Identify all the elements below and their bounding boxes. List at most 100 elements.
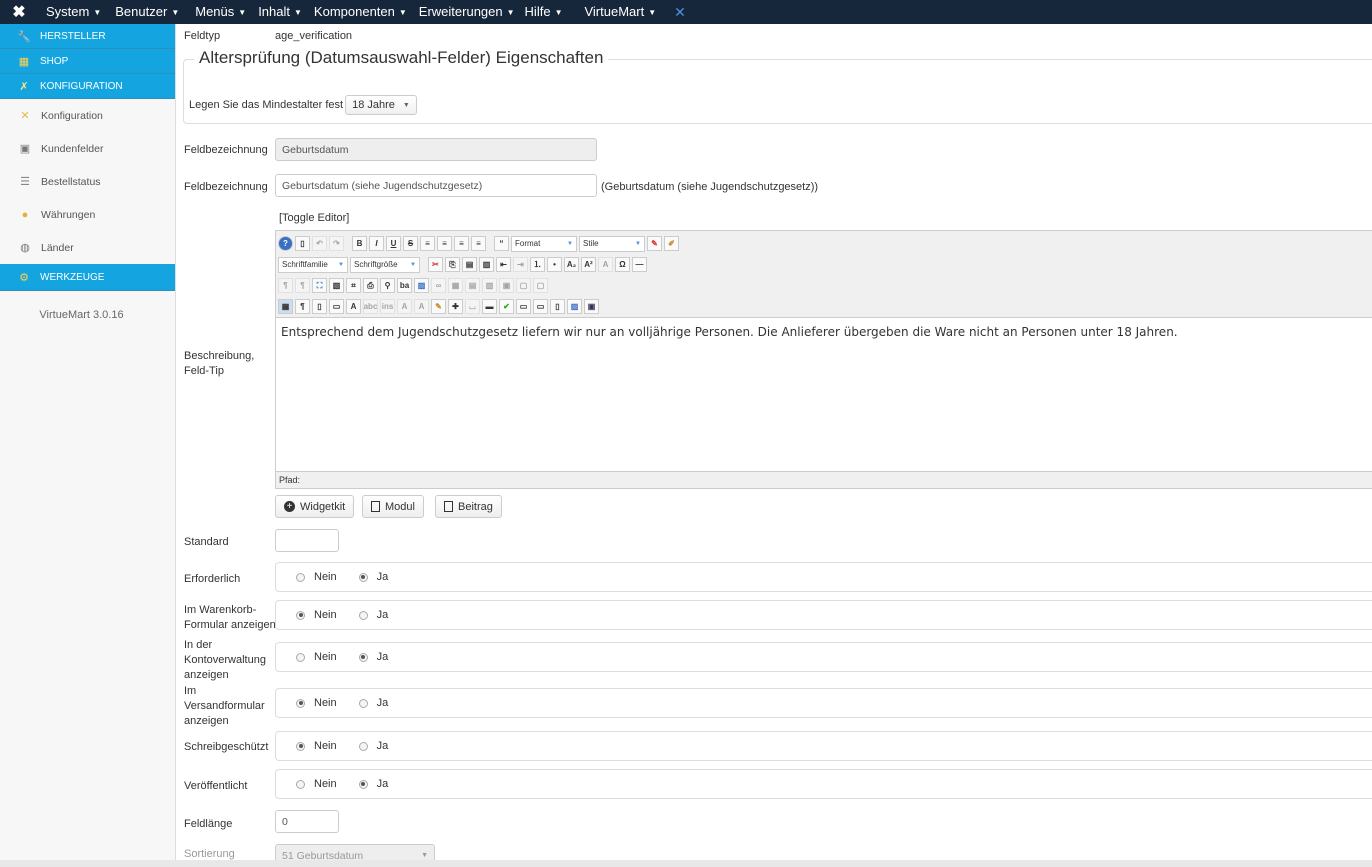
menu-erweiterungen[interactable]: Erweiterungen ▼ xyxy=(415,0,523,24)
feldlaenge-field[interactable]: 0 xyxy=(275,810,339,833)
erforderlich-radio-nein[interactable] xyxy=(296,572,305,582)
paragraph-icon[interactable]: ¶ xyxy=(295,299,310,314)
style-select[interactable]: Stile ▼ xyxy=(579,235,645,252)
menu-komponenten[interactable]: Komponenten ▼ xyxy=(310,0,415,24)
strikethrough-icon[interactable]: S xyxy=(403,236,418,251)
underline-icon[interactable]: U xyxy=(386,236,401,251)
feather-icon[interactable]: ✕ xyxy=(674,4,686,21)
code-icon[interactable]: ⌗ xyxy=(346,278,361,293)
numbered-list-icon[interactable]: ⒈ xyxy=(530,257,545,272)
font-family-select[interactable]: Schriftfamilie ▼ xyxy=(278,256,348,273)
fullscreen-icon[interactable]: ⛶ xyxy=(312,278,327,293)
sidebar-section-werkzeuge[interactable]: ⚙ WERKZEUGE xyxy=(0,264,175,291)
menu-inhalt[interactable]: Inhalt ▼ xyxy=(254,0,310,24)
align-left-icon[interactable]: ≡ xyxy=(420,236,435,251)
del-icon[interactable]: A xyxy=(397,299,412,314)
table-split-icon[interactable]: ▢ xyxy=(516,278,531,293)
table-cell-icon[interactable]: ▣ xyxy=(499,278,514,293)
horizontal-rule-icon[interactable]: — xyxy=(632,257,647,272)
konto-radio-nein[interactable] xyxy=(296,652,305,662)
veroeffentlicht-radio-nein[interactable] xyxy=(296,779,305,789)
superscript-icon[interactable]: A² xyxy=(581,257,596,272)
menu-benutzer[interactable]: Benutzer ▼ xyxy=(109,0,187,24)
menu-system[interactable]: System ▼ xyxy=(38,0,109,24)
abbr-icon[interactable]: A xyxy=(346,299,361,314)
media-icon[interactable]: ▭ xyxy=(329,299,344,314)
spellcheck-icon[interactable]: ✔ xyxy=(499,299,514,314)
menu-hilfe[interactable]: Hilfe ▼ xyxy=(523,0,571,24)
redo-icon[interactable]: ↷ xyxy=(329,236,344,251)
nonbreaking-icon[interactable]: ⌴ xyxy=(465,299,480,314)
table-row-icon[interactable]: ▤ xyxy=(465,278,480,293)
cleanup-icon[interactable]: ✐ xyxy=(664,236,679,251)
copy-icon[interactable]: ⎘ xyxy=(445,257,460,272)
cite-icon[interactable]: A xyxy=(414,299,429,314)
joomla-logo-icon[interactable]: ✖ xyxy=(0,2,38,22)
cut-icon[interactable]: ✂ xyxy=(428,257,443,272)
new-document-icon[interactable]: ▯ xyxy=(295,236,310,251)
sidebar-item-bestellstatus[interactable]: ☰ Bestellstatus xyxy=(0,165,175,198)
align-right-icon[interactable]: ≡ xyxy=(454,236,469,251)
menu-menues[interactable]: Menüs ▼ xyxy=(187,0,254,24)
subscript-icon[interactable]: A₂ xyxy=(564,257,579,272)
table-merge-icon[interactable]: ▢ xyxy=(533,278,548,293)
paste-text-icon[interactable]: ▥ xyxy=(479,257,494,272)
sidebar-item-konfiguration[interactable]: ✕ Konfiguration xyxy=(0,99,175,132)
warenkorb-radio-nein[interactable] xyxy=(296,610,305,620)
versand-radio-nein[interactable] xyxy=(296,698,305,708)
visual-aid-icon[interactable]: ▦ xyxy=(278,299,293,314)
sidebar-section-shop[interactable]: ▦ SHOP xyxy=(0,49,175,74)
align-justify-icon[interactable]: ≡ xyxy=(471,236,486,251)
paste-icon[interactable]: ▤ xyxy=(462,257,477,272)
acronym-icon[interactable]: abc xyxy=(363,299,378,314)
menu-virtuemart[interactable]: VirtueMart ▼ xyxy=(570,0,664,24)
table-icon[interactable]: ▦ xyxy=(448,278,463,293)
min-age-select[interactable]: 18 Jahre ▼ xyxy=(345,95,417,115)
color-icon[interactable]: A xyxy=(598,257,613,272)
template-icon[interactable]: ▧ xyxy=(329,278,344,293)
link-icon[interactable]: ∞ xyxy=(431,278,446,293)
beitrag-button[interactable]: Beitrag xyxy=(435,495,502,518)
outdent-icon[interactable]: ⇤ xyxy=(496,257,511,272)
attribs-icon[interactable]: ✎ xyxy=(431,299,446,314)
sidebar-item-laender[interactable]: ◍ Länder xyxy=(0,231,175,264)
konto-radio-ja[interactable] xyxy=(358,652,368,662)
erforderlich-radio-ja[interactable] xyxy=(358,572,368,582)
sidebar-section-konfiguration[interactable]: ✗ KONFIGURATION xyxy=(0,74,175,99)
readmore-icon[interactable]: ▭ xyxy=(516,299,531,314)
widgetkit-button[interactable]: + Widgetkit xyxy=(275,495,355,518)
undo-icon[interactable]: ↶ xyxy=(312,236,327,251)
image-icon[interactable]: ▨ xyxy=(414,278,429,293)
ins-icon[interactable]: ins xyxy=(380,299,395,314)
pagebreak-icon[interactable]: ▬ xyxy=(482,299,497,314)
blockquote-icon[interactable]: “ xyxy=(494,236,509,251)
document-icon[interactable]: ▯ xyxy=(312,299,327,314)
sidebar-section-hersteller[interactable]: 🔧 HERSTELLER xyxy=(0,24,175,49)
standard-field[interactable] xyxy=(275,529,339,552)
image-manager-icon[interactable]: ▨ xyxy=(567,299,582,314)
versand-radio-ja[interactable] xyxy=(358,698,368,708)
bullet-list-icon[interactable]: • xyxy=(547,257,562,272)
replace-icon[interactable]: ba xyxy=(397,278,412,293)
warenkorb-radio-ja[interactable] xyxy=(358,610,368,620)
title-field[interactable]: Geburtsdatum (siehe Jugendschutzgesetz) xyxy=(275,174,597,197)
eraser-icon[interactable]: ✎ xyxy=(647,236,662,251)
modul-button[interactable]: Modul xyxy=(362,495,424,518)
rtl-icon[interactable]: ¶ xyxy=(295,278,310,293)
layer-icon[interactable]: ✚ xyxy=(448,299,463,314)
editor-content[interactable]: Entsprechend dem Jugendschutzgesetz lief… xyxy=(276,318,1372,468)
module-icon[interactable]: ▭ xyxy=(533,299,548,314)
font-size-select[interactable]: Schriftgröße ▼ xyxy=(350,256,420,273)
help-icon[interactable]: ? xyxy=(278,236,293,251)
veroeffentlicht-radio-ja[interactable] xyxy=(358,779,368,789)
print-icon[interactable]: ⎙ xyxy=(363,278,378,293)
schreibgeschuetzt-radio-nein[interactable] xyxy=(296,741,305,751)
sidebar-item-waehrungen[interactable]: ● Währungen xyxy=(0,198,175,231)
special-char-icon[interactable]: Ω xyxy=(615,257,630,272)
search-icon[interactable]: ⚲ xyxy=(380,278,395,293)
format-select[interactable]: Format ▼ xyxy=(511,235,577,252)
italic-icon[interactable]: I xyxy=(369,236,384,251)
save-icon[interactable]: ▣ xyxy=(584,299,599,314)
schreibgeschuetzt-radio-ja[interactable] xyxy=(358,741,368,751)
ltr-icon[interactable]: ¶ xyxy=(278,278,293,293)
